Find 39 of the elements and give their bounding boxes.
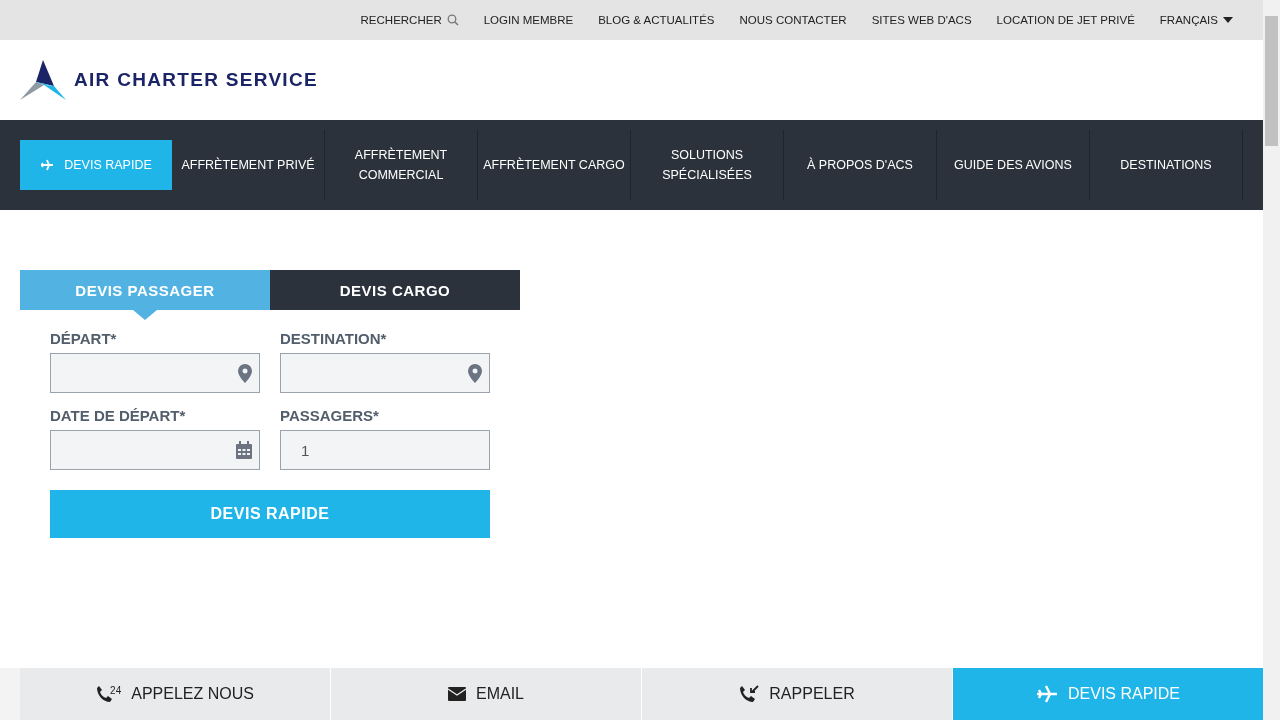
top-link[interactable]: BLOG & ACTUALITÉS — [598, 14, 715, 26]
email-button[interactable]: EMAIL — [331, 668, 642, 720]
input-field[interactable]: 1 — [280, 430, 490, 470]
calendar-icon — [236, 441, 252, 459]
nav-item[interactable]: AFFRÈTEMENT CARGO — [478, 130, 631, 200]
scrollbar[interactable] — [1263, 0, 1280, 720]
nav-item[interactable]: AFFRÈTEMENT PRIVÉ — [172, 130, 325, 200]
nav-item[interactable]: GUIDE DES AVIONS — [937, 130, 1090, 200]
input-field[interactable] — [280, 353, 490, 393]
nav-item[interactable]: SOLUTIONS SPÉCIALISÉES — [631, 130, 784, 200]
top-link[interactable]: SITES WEB D'ACS — [871, 14, 972, 26]
field-label: DESTINATION* — [280, 330, 388, 347]
field-label: PASSAGERS* — [280, 407, 380, 424]
input-field[interactable] — [50, 353, 260, 393]
callback-button[interactable]: RAPPELER — [642, 668, 953, 720]
top-link[interactable]: LOGIN MEMBRE — [483, 14, 574, 26]
plane-icon — [40, 158, 55, 172]
envelope-icon — [448, 687, 466, 701]
tab-pointer-icon — [133, 310, 157, 320]
plane-icon — [1036, 685, 1058, 703]
top-link[interactable]: NOUS CONTACTER — [739, 14, 847, 26]
map-pin-icon — [468, 363, 482, 383]
language-dropdown[interactable]: FRANÇAIS — [1159, 14, 1233, 26]
nav-item[interactable]: DESTINATIONS — [1090, 130, 1243, 200]
search-link[interactable]: RECHERCHER — [360, 14, 459, 26]
nav-item[interactable]: AFFRÈTEMENT COMMERCIAL — [325, 130, 478, 200]
quote-tab[interactable]: DEVIS CARGO — [270, 270, 520, 310]
phone-icon — [739, 685, 760, 703]
nav-item[interactable]: À PROPOS D'ACS — [784, 130, 937, 200]
top-link[interactable]: LOCATION DE JET PRIVÉ — [996, 14, 1135, 26]
field-label: DÉPART* — [50, 330, 118, 347]
call-button[interactable]: 24 APPELEZ NOUS — [20, 668, 331, 720]
logo-icon — [20, 60, 66, 100]
input-field[interactable] — [50, 430, 260, 470]
field-label: DATE DE DÉPART* — [50, 407, 187, 424]
logo-text: AIR CHARTER SERVICE — [74, 69, 318, 91]
map-pin-icon — [238, 363, 252, 383]
search-icon — [446, 14, 459, 26]
caret-icon — [1223, 17, 1233, 23]
